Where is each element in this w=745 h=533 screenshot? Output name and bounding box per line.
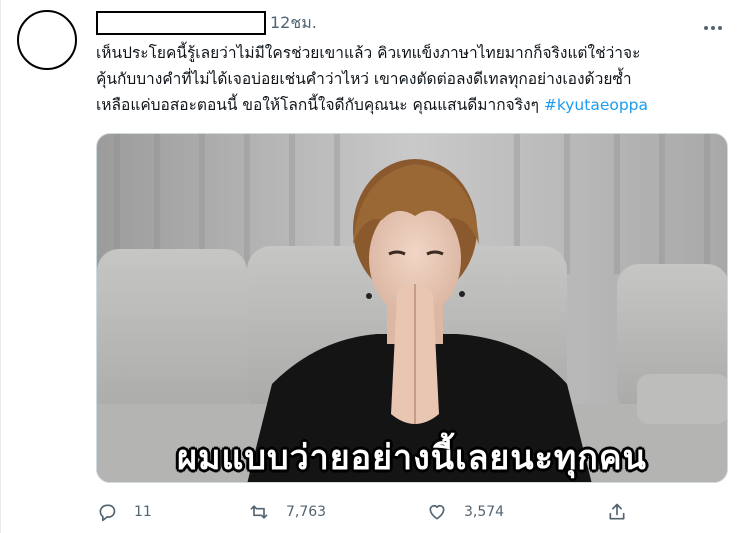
reply-button[interactable]: 11 [96, 498, 152, 526]
tweet-timestamp[interactable]: 12ชม. [270, 11, 317, 36]
reply-count: 11 [134, 504, 152, 520]
avatar[interactable] [17, 10, 77, 70]
reply-icon[interactable] [96, 501, 118, 523]
more-icon[interactable] [701, 18, 725, 38]
retweet-count: 7,763 [286, 504, 327, 520]
tweet-text-line: คุ้นกับบางคำที่ไม่ได้เจอบ่อยเช่นคำว่าไหว… [96, 70, 632, 88]
tweet-text-line: เห็นประโยคนี้รู้เลยว่าไม่มีใครช่วยเขาแล้… [96, 44, 641, 62]
retweet-icon[interactable] [248, 501, 270, 523]
share-icon[interactable] [606, 501, 628, 523]
video-subtitle: ผมแบบว่ายอย่างนี้เลยนะทุกคน [97, 430, 727, 482]
tweet-text-line-part: เหลือแค่บอสอะตอนนี้ ขอให้โลกนี้ใจดีกับคุ… [96, 96, 544, 114]
tweet-text-line: เหลือแค่บอสอะตอนนี้ ขอให้โลกนี้ใจดีกับคุ… [96, 92, 736, 118]
share-button[interactable] [606, 498, 628, 526]
like-count: 3,574 [464, 504, 505, 520]
tweet-video[interactable]: ผมแบบว่ายอย่างนี้เลยนะทุกคน [96, 133, 728, 483]
video-subtitle-text: ผมแบบว่ายอย่างนี้เลยนะทุกคน [177, 438, 647, 478]
author-name-redacted[interactable] [96, 11, 266, 35]
like-button[interactable]: 3,574 [426, 498, 504, 526]
tweet-text: เห็นประโยคนี้รู้เลยว่าไม่มีใครช่วยเขาแล้… [96, 40, 736, 118]
heart-icon[interactable] [426, 501, 448, 523]
retweet-button[interactable]: 7,763 [248, 498, 326, 526]
tweet[interactable]: 12ชม. เห็นประโยคนี้รู้เลยว่าไม่มีใครช่วย… [0, 0, 745, 533]
tweet-header: 12ชม. [96, 10, 317, 36]
tweet-actions: 11 7,763 3,574 [96, 498, 736, 526]
hashtag-link[interactable]: #kyutaeoppa [544, 96, 648, 114]
